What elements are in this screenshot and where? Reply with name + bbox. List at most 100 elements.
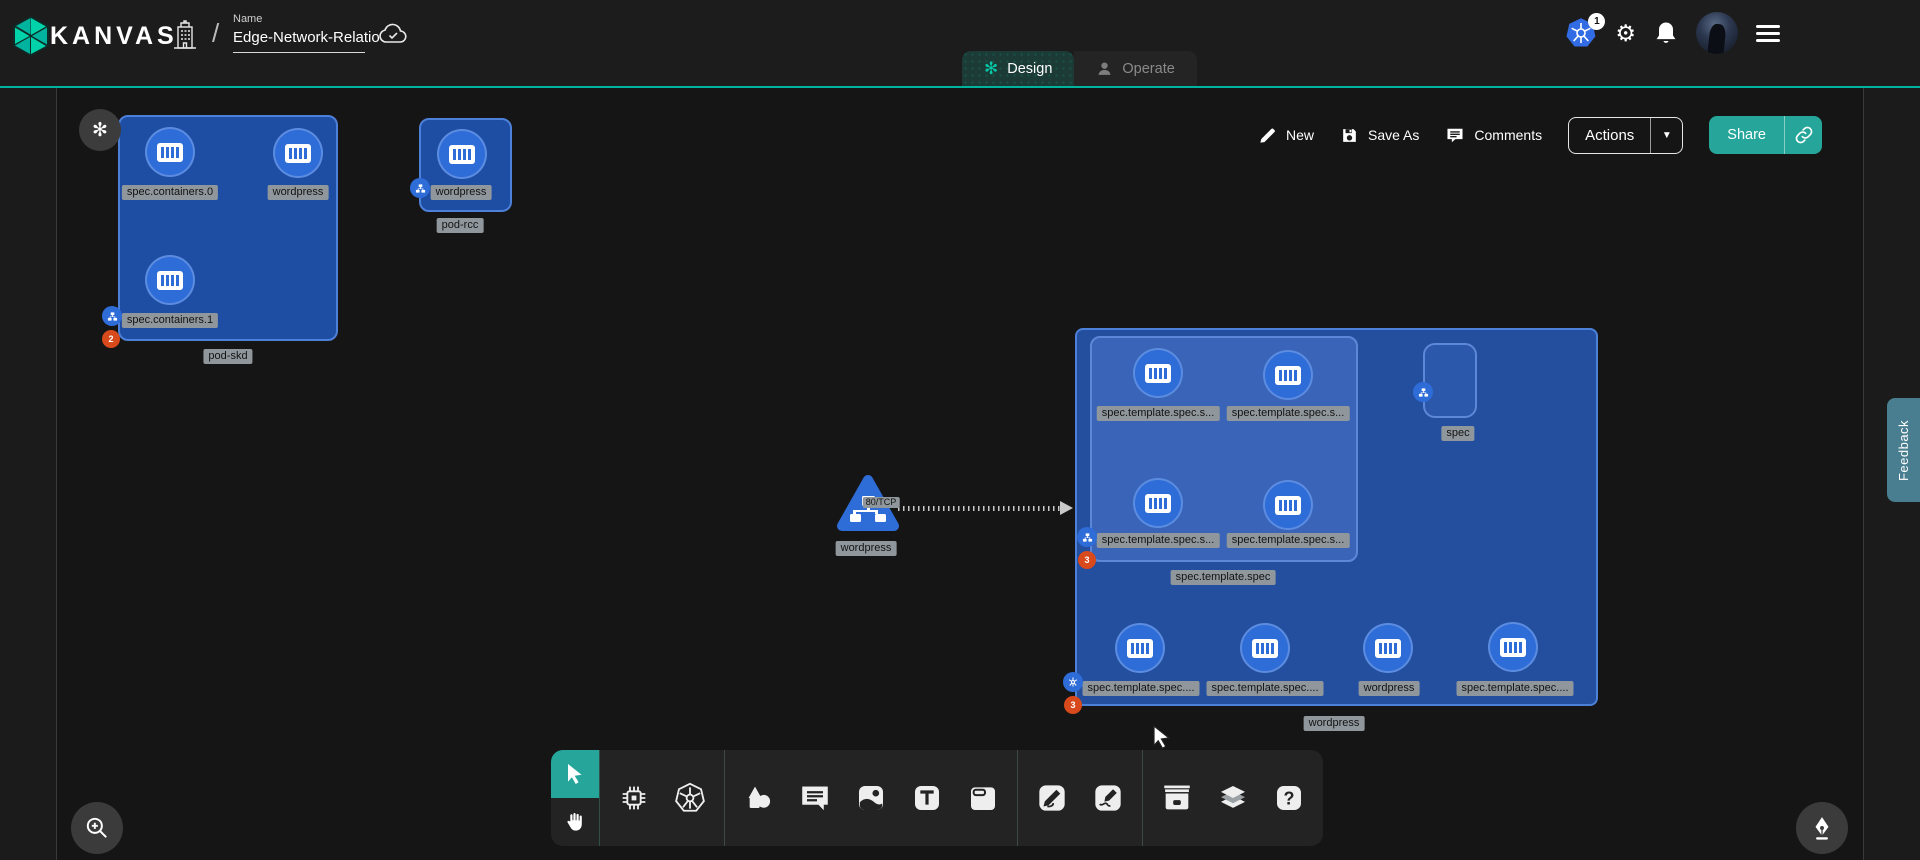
node-container[interactable]	[1133, 478, 1183, 528]
design-tab-icon: ✻	[984, 60, 998, 77]
container-icon	[1145, 494, 1171, 513]
notifications-bell-icon[interactable]	[1654, 20, 1678, 46]
comments-button[interactable]: Comments	[1445, 126, 1542, 145]
design-name-input[interactable]: Edge-Network-Relatio	[233, 29, 365, 53]
node-container[interactable]	[273, 128, 323, 178]
container-icon	[157, 271, 183, 290]
layers-tool-button[interactable]	[1205, 750, 1261, 846]
sticker-tool-button[interactable]	[843, 750, 899, 846]
relationship-badge[interactable]	[1077, 527, 1097, 547]
node-container[interactable]	[1263, 480, 1313, 530]
kubernetes-tool-button[interactable]	[662, 750, 718, 846]
comment-icon	[1445, 126, 1465, 145]
tab-operate[interactable]: Operate	[1074, 51, 1196, 86]
note-icon	[967, 782, 999, 814]
infrastructure-tool-button[interactable]	[606, 750, 662, 846]
kanvas-logo-icon[interactable]	[13, 16, 49, 56]
container-icon	[1275, 496, 1301, 515]
error-count-badge[interactable]: 3	[1064, 696, 1082, 714]
error-count-badge[interactable]: 2	[102, 330, 120, 348]
node-spec[interactable]	[1423, 343, 1477, 418]
node-container[interactable]	[1115, 623, 1165, 673]
kubernetes-badge[interactable]	[1063, 672, 1083, 692]
pan-tool-button[interactable]	[551, 798, 599, 846]
mouse-cursor	[1150, 724, 1174, 752]
settings-gear-icon[interactable]: ⚙	[1615, 22, 1636, 45]
annotation-tools-section	[725, 750, 1018, 846]
container-icon	[1275, 366, 1301, 385]
container-icon	[1145, 364, 1171, 383]
pen-tool-button[interactable]	[1024, 750, 1080, 846]
node-container[interactable]	[1363, 623, 1413, 673]
shapes-tool-button[interactable]	[731, 750, 787, 846]
comment-tool-button[interactable]	[787, 750, 843, 846]
canvas-toolbar: ?	[551, 750, 1323, 846]
relationship-badge[interactable]	[410, 178, 430, 198]
share-button-label[interactable]: Share	[1709, 116, 1784, 154]
node-container[interactable]	[1488, 622, 1538, 672]
node-container[interactable]	[1133, 348, 1183, 398]
network-icon	[1418, 387, 1429, 398]
share-split-button[interactable]: Share	[1709, 116, 1822, 154]
error-count-badge[interactable]: 3	[1078, 551, 1096, 569]
select-tool-button[interactable]	[551, 750, 599, 798]
hand-icon	[563, 810, 587, 834]
collapsed-node-icon[interactable]: ✻	[79, 109, 121, 151]
node-container[interactable]	[145, 255, 195, 305]
network-icon	[415, 183, 426, 194]
mode-tabs: ✻ Design Operate	[962, 51, 1197, 86]
brand-wordmark: KANVAS	[50, 22, 178, 51]
zoom-button[interactable]	[71, 802, 123, 854]
text-tool-button[interactable]	[899, 750, 955, 846]
node-container[interactable]	[1240, 623, 1290, 673]
text-icon	[911, 782, 943, 814]
node-container[interactable]	[145, 127, 195, 177]
whiteboard-pen-button[interactable]	[1796, 802, 1848, 854]
svg-text:?: ?	[1284, 788, 1295, 808]
actions-dropdown-caret[interactable]: ▼	[1650, 118, 1682, 153]
image-icon	[855, 782, 887, 814]
kubernetes-context-icon[interactable]: 1	[1565, 17, 1597, 49]
new-button[interactable]: New	[1258, 126, 1314, 145]
menu-hamburger-icon[interactable]	[1756, 25, 1780, 42]
group-spec-template-spec[interactable]	[1090, 336, 1358, 562]
group-label: wordpress	[1304, 716, 1365, 731]
drawing-tools-section	[1018, 750, 1143, 846]
user-avatar[interactable]	[1696, 12, 1738, 54]
organization-icon[interactable]	[172, 20, 198, 50]
relationship-badge[interactable]	[102, 306, 122, 326]
group-label: pod-rcc	[437, 218, 484, 233]
header: KANVAS / Name Edge-Network-Relatio	[0, 0, 1920, 86]
container-icon	[157, 143, 183, 162]
cloud-saved-icon	[378, 22, 408, 46]
node-label: wordpress	[836, 541, 897, 556]
pen-tool-icon	[1036, 782, 1068, 814]
node-container[interactable]	[1263, 350, 1313, 400]
container-icon	[449, 145, 475, 164]
design-name-block: Name Edge-Network-Relatio	[233, 13, 365, 53]
comment-bubble-icon	[799, 782, 831, 814]
help-tool-button[interactable]: ?	[1261, 750, 1317, 846]
node-label: wordpress	[431, 185, 492, 200]
left-rail	[0, 86, 57, 860]
tab-design[interactable]: ✻ Design	[962, 51, 1074, 86]
feedback-tab[interactable]: Feedback	[1887, 398, 1920, 502]
container-icon	[1252, 639, 1278, 658]
save-as-button[interactable]: Save As	[1340, 126, 1419, 145]
drawer-tool-button[interactable]	[1149, 750, 1205, 846]
node-label: spec.containers.0	[122, 185, 218, 200]
node-container[interactable]	[437, 129, 487, 179]
actions-split-button[interactable]: Actions ▼	[1568, 117, 1683, 154]
kubernetes-wheel-icon	[1067, 676, 1079, 688]
edge-service-to-deployment[interactable]	[898, 506, 1063, 511]
relationship-badge[interactable]	[1413, 382, 1433, 402]
copy-link-button[interactable]	[1784, 116, 1822, 154]
name-label: Name	[233, 13, 365, 25]
actions-button-label[interactable]: Actions	[1569, 118, 1650, 153]
note-tool-button[interactable]	[955, 750, 1011, 846]
pencil-icon	[1258, 126, 1277, 145]
freehand-pencil-icon	[1092, 782, 1124, 814]
edge-port-label: 80/TCP	[863, 497, 900, 508]
pointer-tool-column	[551, 750, 600, 846]
freehand-tool-button[interactable]	[1080, 750, 1136, 846]
